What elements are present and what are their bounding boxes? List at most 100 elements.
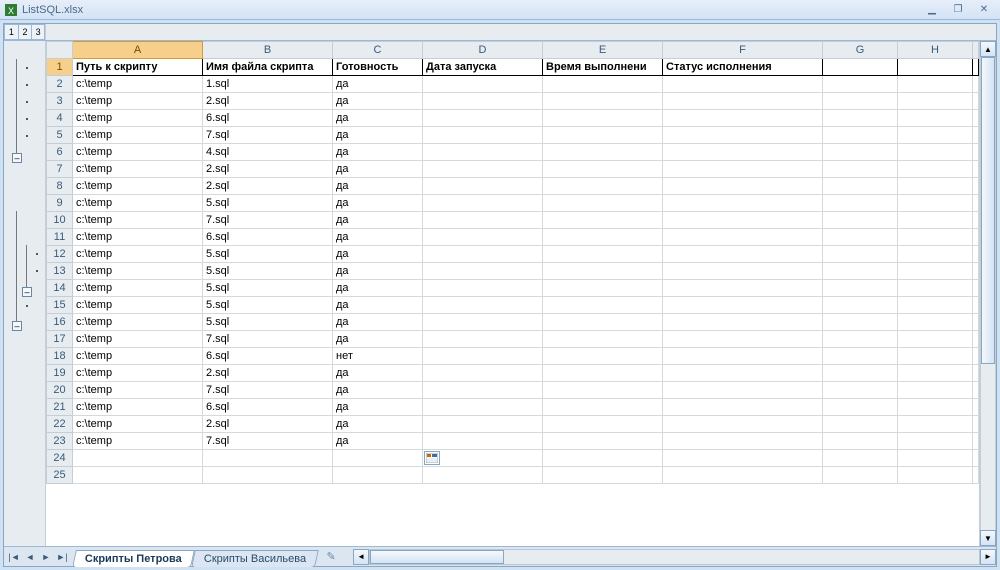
cell-A15[interactable]: c:\temp <box>73 297 203 314</box>
cell-B15[interactable]: 5.sql <box>203 297 333 314</box>
cell-A24[interactable] <box>73 450 203 467</box>
spreadsheet-grid[interactable]: ABCDEFGH1Путь к скриптуИмя файла скрипта… <box>46 41 979 546</box>
row-header[interactable]: 11 <box>47 229 73 246</box>
cell-E7[interactable] <box>543 161 663 178</box>
cell-A6[interactable]: c:\temp <box>73 144 203 161</box>
cell-E3[interactable] <box>543 93 663 110</box>
cell-G22[interactable] <box>823 416 898 433</box>
smart-tag-icon[interactable] <box>424 451 440 465</box>
cell-C21[interactable]: да <box>333 399 423 416</box>
cell-A4[interactable]: c:\temp <box>73 110 203 127</box>
vscroll-thumb[interactable] <box>981 57 995 364</box>
outline-collapse-button[interactable]: – <box>22 287 32 297</box>
cell-F1[interactable]: Статус исполнения <box>663 59 823 76</box>
cell-F21[interactable] <box>663 399 823 416</box>
vertical-scrollbar[interactable]: ▲ ▼ <box>979 41 996 546</box>
row-header[interactable]: 18 <box>47 348 73 365</box>
cell-G6[interactable] <box>823 144 898 161</box>
row-header[interactable]: 8 <box>47 178 73 195</box>
cell-C8[interactable]: да <box>333 178 423 195</box>
cell-C5[interactable]: да <box>333 127 423 144</box>
scroll-up-button[interactable]: ▲ <box>980 41 996 57</box>
cell-A22[interactable]: c:\temp <box>73 416 203 433</box>
cell-A16[interactable]: c:\temp <box>73 314 203 331</box>
cell-F17[interactable] <box>663 331 823 348</box>
column-header-G[interactable]: G <box>823 42 898 59</box>
cell-C10[interactable]: да <box>333 212 423 229</box>
cell-B12[interactable]: 5.sql <box>203 246 333 263</box>
cell-D6[interactable] <box>423 144 543 161</box>
cell-C7[interactable]: да <box>333 161 423 178</box>
cell-H21[interactable] <box>898 399 973 416</box>
row-header[interactable]: 19 <box>47 365 73 382</box>
cell-G2[interactable] <box>823 76 898 93</box>
cell-F4[interactable] <box>663 110 823 127</box>
cell-A14[interactable]: c:\temp <box>73 280 203 297</box>
row-header[interactable]: 20 <box>47 382 73 399</box>
cell-A23[interactable]: c:\temp <box>73 433 203 450</box>
cell-C1[interactable]: Готовность <box>333 59 423 76</box>
cell-H2[interactable] <box>898 76 973 93</box>
cell-C11[interactable]: да <box>333 229 423 246</box>
cell-B13[interactable]: 5.sql <box>203 263 333 280</box>
cell-B16[interactable]: 5.sql <box>203 314 333 331</box>
cell-H12[interactable] <box>898 246 973 263</box>
cell-D8[interactable] <box>423 178 543 195</box>
cell-G12[interactable] <box>823 246 898 263</box>
cell-B2[interactable]: 1.sql <box>203 76 333 93</box>
row-header[interactable]: 17 <box>47 331 73 348</box>
row-header[interactable]: 2 <box>47 76 73 93</box>
cell-A12[interactable]: c:\temp <box>73 246 203 263</box>
cell-F16[interactable] <box>663 314 823 331</box>
cell-G17[interactable] <box>823 331 898 348</box>
cell-G1[interactable] <box>823 59 898 76</box>
column-header-A[interactable]: A <box>73 42 203 59</box>
cell-E13[interactable] <box>543 263 663 280</box>
cell-B10[interactable]: 7.sql <box>203 212 333 229</box>
restore-button[interactable]: ❐ <box>946 3 970 17</box>
vscroll-track[interactable] <box>980 57 996 530</box>
sheet-tab[interactable]: Скрипты Петрова <box>72 550 194 567</box>
cell-E21[interactable] <box>543 399 663 416</box>
cell-G15[interactable] <box>823 297 898 314</box>
cell-B18[interactable]: 6.sql <box>203 348 333 365</box>
column-header-E[interactable]: E <box>543 42 663 59</box>
row-header[interactable]: 25 <box>47 467 73 484</box>
cell-C25[interactable] <box>333 467 423 484</box>
cell-B5[interactable]: 7.sql <box>203 127 333 144</box>
cell-C12[interactable]: да <box>333 246 423 263</box>
cell-H20[interactable] <box>898 382 973 399</box>
cell-F18[interactable] <box>663 348 823 365</box>
cell-C17[interactable]: да <box>333 331 423 348</box>
cell-H14[interactable] <box>898 280 973 297</box>
cell-F13[interactable] <box>663 263 823 280</box>
cell-H15[interactable] <box>898 297 973 314</box>
cell-B17[interactable]: 7.sql <box>203 331 333 348</box>
cell-G25[interactable] <box>823 467 898 484</box>
cell-A10[interactable]: c:\temp <box>73 212 203 229</box>
new-sheet-icon[interactable]: ✎ <box>319 547 343 565</box>
column-header-H[interactable]: H <box>898 42 973 59</box>
cell-G16[interactable] <box>823 314 898 331</box>
cell-B20[interactable]: 7.sql <box>203 382 333 399</box>
cell-E20[interactable] <box>543 382 663 399</box>
cell-E1[interactable]: Время выполнени <box>543 59 663 76</box>
cell-A19[interactable]: c:\temp <box>73 365 203 382</box>
row-header[interactable]: 10 <box>47 212 73 229</box>
cell-G4[interactable] <box>823 110 898 127</box>
cell-H23[interactable] <box>898 433 973 450</box>
cell-F6[interactable] <box>663 144 823 161</box>
cell-H25[interactable] <box>898 467 973 484</box>
row-header[interactable]: 9 <box>47 195 73 212</box>
cell-D9[interactable] <box>423 195 543 212</box>
cell-H11[interactable] <box>898 229 973 246</box>
cell-B8[interactable]: 2.sql <box>203 178 333 195</box>
cell-D1[interactable]: Дата запуска <box>423 59 543 76</box>
tab-last-button[interactable]: ►| <box>54 548 70 566</box>
cell-A20[interactable]: c:\temp <box>73 382 203 399</box>
cell-E16[interactable] <box>543 314 663 331</box>
cell-F22[interactable] <box>663 416 823 433</box>
cell-G9[interactable] <box>823 195 898 212</box>
cell-A21[interactable]: c:\temp <box>73 399 203 416</box>
scroll-left-button[interactable]: ◄ <box>353 549 369 565</box>
